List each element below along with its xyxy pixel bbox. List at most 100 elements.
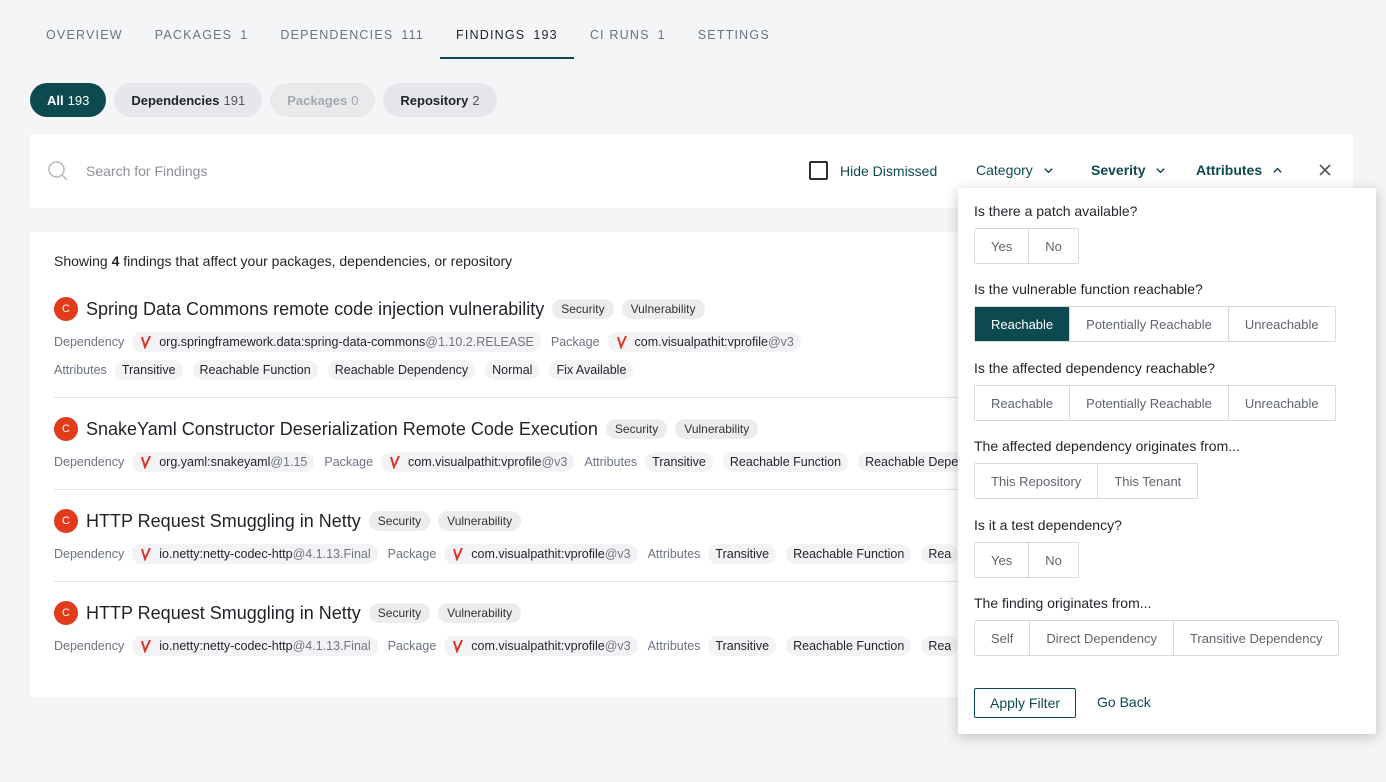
maven-icon bbox=[141, 455, 152, 469]
pill-count: 0 bbox=[351, 92, 359, 108]
tab-packages[interactable]: PACKAGES 1 bbox=[139, 22, 265, 59]
dependency-reachable-options: Reachable Potentially Reachable Unreacha… bbox=[974, 385, 1336, 421]
tab-bar: OVERVIEW PACKAGES 1 DEPENDENCIES 111 FINDI… bbox=[30, 22, 786, 59]
chevron-down-icon bbox=[1156, 167, 1166, 173]
patch-options: Yes No bbox=[974, 228, 1079, 264]
severity-critical-icon: C bbox=[54, 509, 78, 533]
attribute-tag: Transitive bbox=[114, 360, 183, 380]
category-dropdown[interactable]: Category bbox=[976, 162, 1054, 178]
attributes-label: Attributes bbox=[647, 639, 701, 653]
category-label: Category bbox=[976, 162, 1033, 178]
severity-dropdown[interactable]: Severity bbox=[1091, 162, 1166, 178]
tag: Security bbox=[368, 603, 431, 623]
package-label: Package bbox=[387, 547, 437, 561]
tab-findings[interactable]: FINDINGS 193 bbox=[440, 22, 574, 59]
severity-critical-icon: C bbox=[54, 417, 78, 441]
option-reachable[interactable]: Reachable bbox=[975, 307, 1071, 341]
pill-packages[interactable]: Packages 0 bbox=[270, 83, 376, 117]
option-potentially-reachable[interactable]: Potentially Reachable bbox=[1070, 386, 1229, 420]
pill-label: All bbox=[47, 92, 64, 108]
dependency-label: Dependency bbox=[54, 455, 125, 469]
package-name: com.visualpathit:vprofile bbox=[471, 547, 605, 561]
dependency-version: @4.1.13.Final bbox=[292, 639, 371, 653]
dependency-label: Dependency bbox=[54, 335, 125, 349]
attribute-tag: Transitive bbox=[708, 544, 777, 564]
dependency-chip[interactable]: io.netty:netty-codec-http@4.1.13.Final bbox=[132, 544, 378, 564]
package-chip[interactable]: com.visualpathit:vprofile@v3 bbox=[444, 544, 638, 564]
option-this-tenant[interactable]: This Tenant bbox=[1098, 464, 1198, 498]
go-back-link[interactable]: Go Back bbox=[1097, 694, 1151, 710]
hide-dismissed-toggle[interactable]: Hide Dismissed bbox=[809, 161, 937, 180]
dependency-chip[interactable]: io.netty:netty-codec-http@4.1.13.Final bbox=[132, 636, 378, 656]
package-name: com.visualpathit:vprofile bbox=[408, 455, 542, 469]
finding-title[interactable]: SnakeYaml Constructor Deserialization Re… bbox=[86, 419, 598, 440]
finding-title[interactable]: HTTP Request Smuggling in Netty bbox=[86, 511, 361, 532]
maven-icon bbox=[453, 639, 464, 653]
search-input[interactable] bbox=[86, 158, 686, 184]
dependency-origin-question: The affected dependency originates from.… bbox=[974, 438, 1240, 454]
package-version: @v3 bbox=[541, 455, 568, 469]
attributes-filter-popup: Is there a patch available? Yes No Is th… bbox=[958, 188, 1376, 734]
package-name: com.visualpathit:vprofile bbox=[634, 335, 768, 349]
option-yes[interactable]: Yes bbox=[975, 229, 1030, 263]
maven-icon bbox=[390, 455, 400, 469]
attributes-label: Attributes bbox=[647, 547, 701, 561]
package-chip[interactable]: com.visualpathit:vprofile@v3 bbox=[444, 636, 638, 656]
attribute-tag: Fix Available bbox=[549, 360, 634, 380]
maven-icon bbox=[141, 547, 152, 561]
dependency-version: @4.1.13.Final bbox=[292, 547, 371, 561]
option-transitive-dependency[interactable]: Transitive Dependency bbox=[1173, 621, 1339, 655]
tab-count: 111 bbox=[401, 28, 425, 42]
tag: Vulnerability bbox=[438, 603, 522, 623]
function-reachable-question: Is the vulnerable function reachable? bbox=[974, 281, 1203, 297]
pill-count: 191 bbox=[223, 92, 246, 108]
dependency-origin-options: This Repository This Tenant bbox=[974, 463, 1199, 499]
finding-title[interactable]: Spring Data Commons remote code injectio… bbox=[86, 299, 544, 320]
package-label: Package bbox=[324, 455, 374, 469]
pill-repository[interactable]: Repository 2 bbox=[383, 83, 497, 117]
pill-dependencies[interactable]: Dependencies 191 bbox=[114, 83, 263, 117]
attribute-tag: Reachable Depe bbox=[858, 452, 966, 472]
hide-dismissed-label: Hide Dismissed bbox=[840, 162, 938, 179]
tab-overview[interactable]: OVERVIEW bbox=[30, 22, 139, 59]
pill-count: 2 bbox=[472, 92, 480, 108]
dependency-chip[interactable]: org.springframework.data:spring-data-com… bbox=[132, 332, 541, 352]
option-this-repository[interactable]: This Repository bbox=[975, 464, 1099, 498]
attribute-tag: Transitive bbox=[645, 452, 713, 472]
dependency-version: @1.10.2.RELEASE bbox=[425, 335, 534, 349]
maven-icon bbox=[616, 335, 627, 349]
tab-ci-runs[interactable]: CI RUNS 1 bbox=[574, 22, 682, 59]
pill-all[interactable]: All 193 bbox=[30, 83, 107, 117]
tab-dependencies[interactable]: DEPENDENCIES 111 bbox=[264, 22, 440, 59]
package-version: @v3 bbox=[767, 335, 794, 349]
package-version: @v3 bbox=[604, 639, 631, 653]
finding-title[interactable]: HTTP Request Smuggling in Netty bbox=[86, 603, 361, 624]
chevron-up-icon bbox=[1273, 167, 1282, 173]
apply-filter-button[interactable]: Apply Filter bbox=[974, 688, 1077, 718]
tab-count: 1 bbox=[240, 28, 249, 42]
dependency-name: io.netty:netty-codec-http bbox=[159, 639, 293, 653]
option-unreachable[interactable]: Unreachable bbox=[1228, 386, 1335, 420]
finding-origin-question: The finding originates from... bbox=[974, 595, 1152, 611]
option-no[interactable]: No bbox=[1029, 229, 1078, 263]
attribute-tag: Rea bbox=[921, 636, 959, 656]
option-self[interactable]: Self bbox=[975, 621, 1031, 655]
option-no[interactable]: No bbox=[1029, 543, 1078, 577]
option-unreachable[interactable]: Unreachable bbox=[1228, 307, 1335, 341]
tag: Security bbox=[368, 511, 431, 531]
option-yes[interactable]: Yes bbox=[975, 543, 1030, 577]
dependency-chip[interactable]: org.yaml:snakeyaml@1.15 bbox=[132, 452, 315, 472]
attributes-label: Attributes bbox=[584, 455, 638, 469]
summary-suffix: findings that affect your packages, depe… bbox=[123, 253, 513, 269]
package-chip[interactable]: com.visualpathit:vprofile@v3 bbox=[381, 452, 575, 472]
attribute-tag: Normal bbox=[485, 360, 540, 380]
package-chip[interactable]: com.visualpathit:vprofile@v3 bbox=[607, 332, 801, 352]
hide-dismissed-checkbox[interactable] bbox=[809, 161, 828, 180]
option-potentially-reachable[interactable]: Potentially Reachable bbox=[1070, 307, 1229, 341]
option-reachable[interactable]: Reachable bbox=[975, 386, 1071, 420]
attributes-dropdown[interactable]: Attributes bbox=[1196, 162, 1283, 178]
attributes-label: Attributes bbox=[1196, 162, 1263, 178]
tab-settings[interactable]: SETTINGS bbox=[682, 22, 786, 59]
option-direct-dependency[interactable]: Direct Dependency bbox=[1030, 621, 1174, 655]
close-icon[interactable] bbox=[1317, 162, 1333, 178]
